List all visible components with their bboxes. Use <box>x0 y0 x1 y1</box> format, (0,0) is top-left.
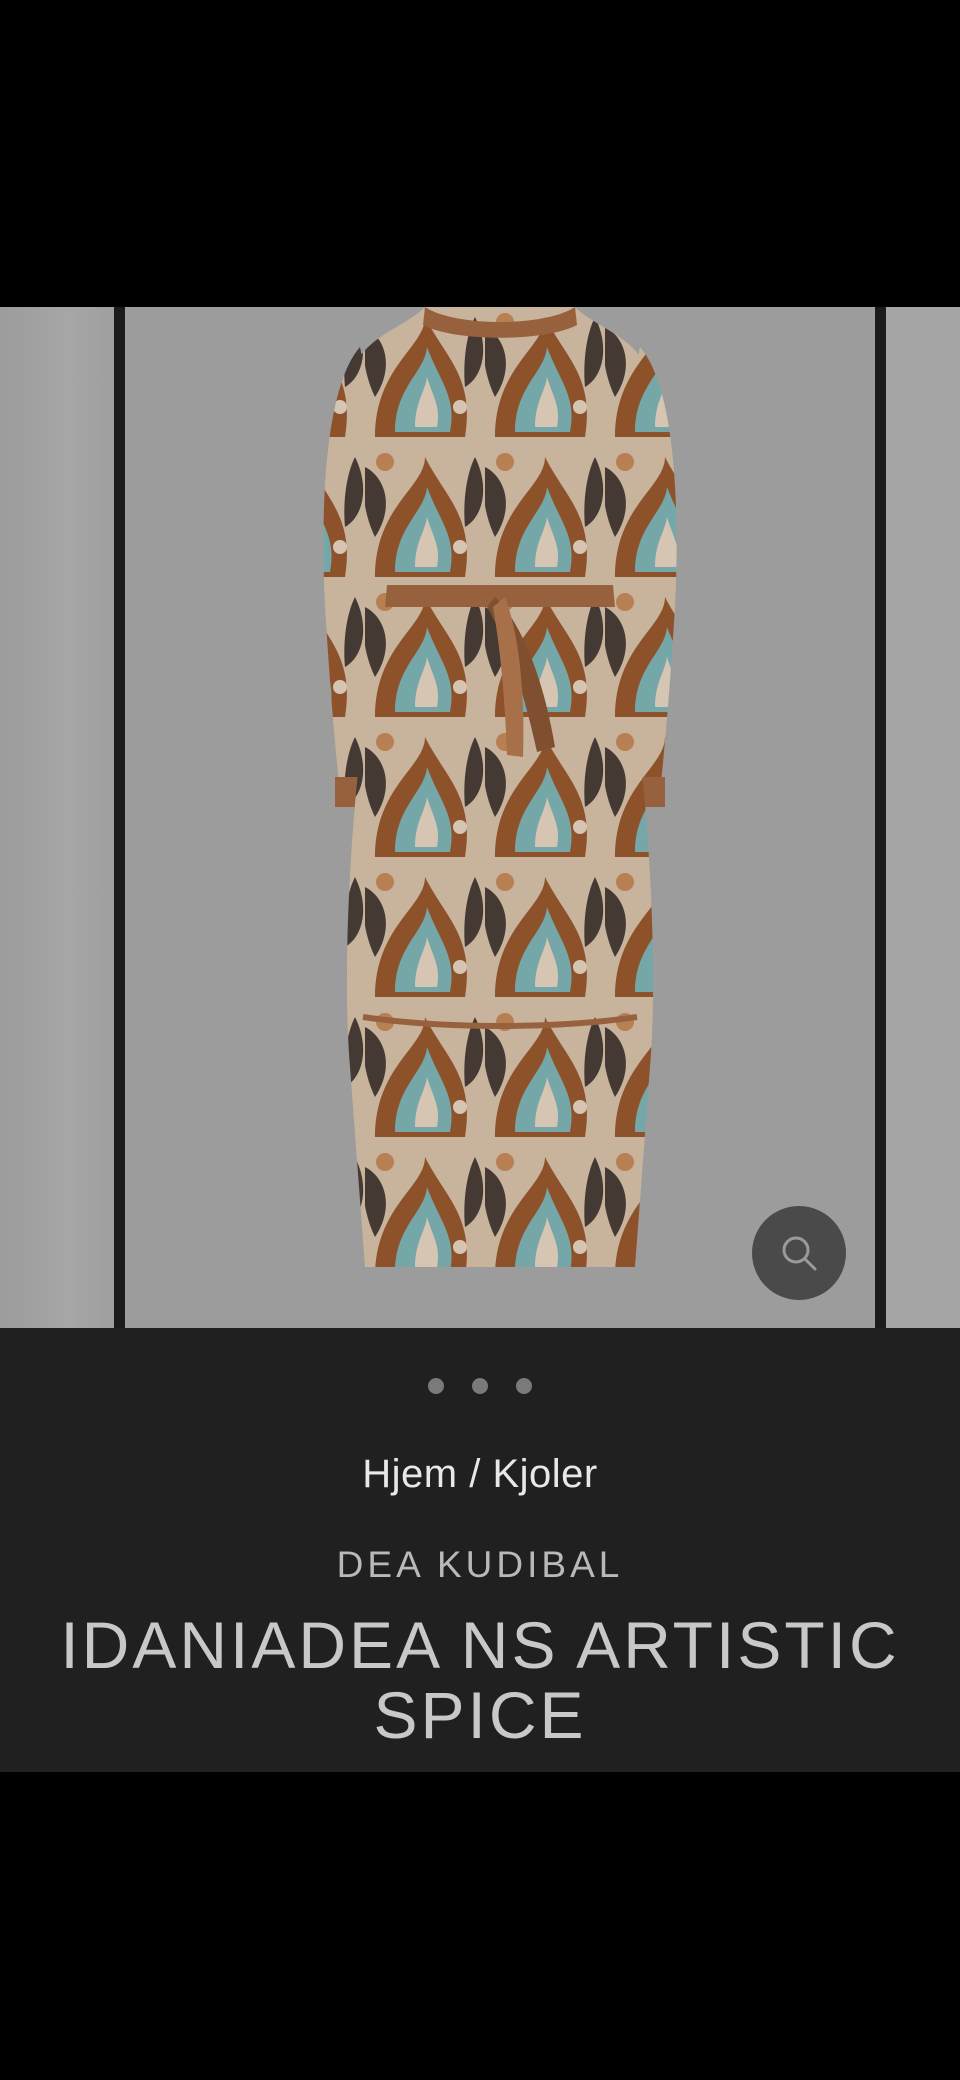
product-page: Hjem / Kjoler DEA KUDIBAL IDANIADEA NS A… <box>0 0 960 2080</box>
next-slide-image[interactable] <box>886 307 960 1328</box>
carousel-dot[interactable] <box>472 1378 488 1394</box>
product-info-panel: Hjem / Kjoler DEA KUDIBAL IDANIADEA NS A… <box>0 1328 960 1772</box>
breadcrumb[interactable]: Hjem / Kjoler <box>0 1452 960 1497</box>
dress-image <box>125 307 875 1328</box>
carousel-dots <box>0 1378 960 1394</box>
image-gallery[interactable] <box>0 307 960 1328</box>
zoom-button[interactable] <box>752 1206 846 1300</box>
previous-slide-image[interactable] <box>0 307 114 1328</box>
product-title: IDANIADEA NS ARTISTIC SPICE <box>60 1608 900 1752</box>
carousel-dot[interactable] <box>428 1378 444 1394</box>
brand-name[interactable]: DEA KUDIBAL <box>0 1544 960 1586</box>
main-product-image[interactable] <box>125 307 875 1328</box>
carousel-dot[interactable] <box>516 1378 532 1394</box>
search-icon <box>782 1236 817 1271</box>
